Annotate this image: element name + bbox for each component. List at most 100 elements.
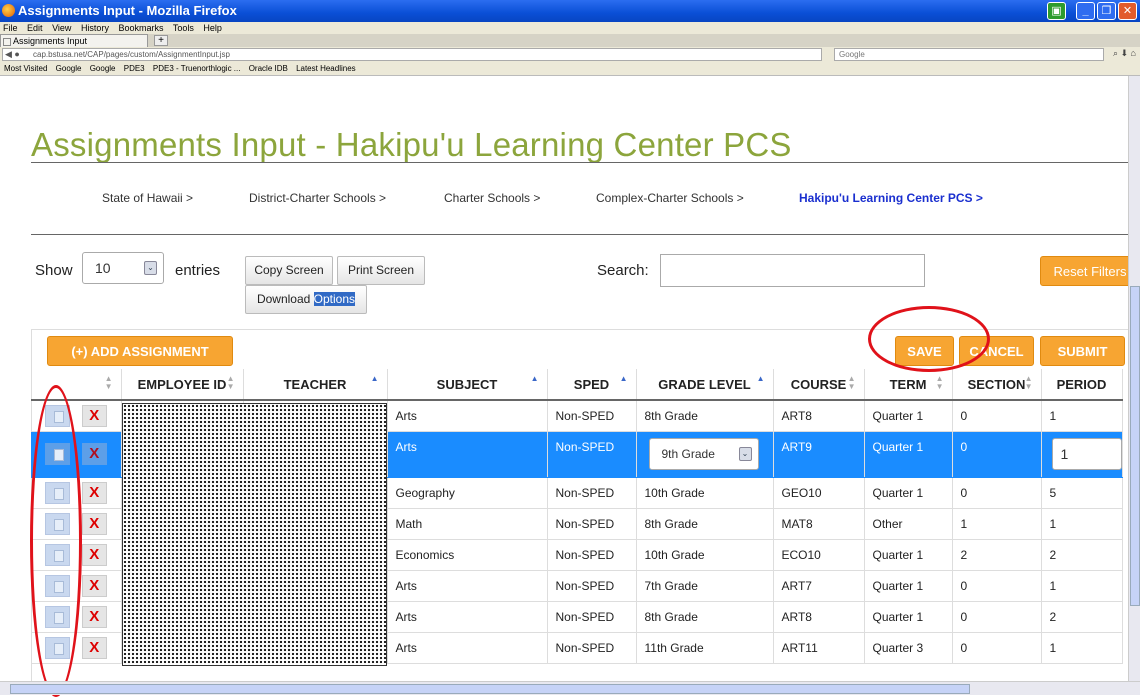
subject-cell: Geography — [387, 477, 548, 509]
col-employee-id[interactable]: EMPLOYEE ID ▲ ▼ — [121, 369, 244, 401]
breadcrumb-district[interactable]: District-Charter Schools > — [249, 191, 386, 205]
delete-button[interactable]: X — [81, 543, 107, 566]
new-tab-button[interactable]: + — [154, 35, 168, 46]
bookmark-google[interactable]: Google — [56, 64, 82, 73]
edit-icon[interactable] — [44, 512, 70, 535]
subject-cell: Economics — [387, 539, 548, 571]
subject-cell: Arts — [387, 570, 548, 602]
col-teacher[interactable]: TEACHER ▲ — [243, 369, 388, 401]
col-subject[interactable]: SUBJECT ▲ — [387, 369, 548, 401]
back-arrow-icon[interactable]: ◀ ● — [5, 49, 20, 60]
search-input[interactable] — [660, 254, 925, 287]
subject-cell: Arts — [387, 431, 548, 478]
vertical-scrollbar[interactable] — [1128, 76, 1140, 681]
nav-toolbar-icons[interactable]: ⌕ ⬇ ⌂ — [1113, 48, 1136, 59]
url-bar[interactable]: ◀ ● cap.bstusa.net/CAP/pages/custom/Assi… — [2, 48, 822, 61]
delete-button[interactable]: X — [81, 605, 107, 628]
delete-button[interactable]: X — [81, 512, 107, 535]
sort-icon: ▲ ▼ — [104, 374, 113, 391]
delete-button[interactable]: X — [81, 481, 107, 504]
edit-icon[interactable] — [44, 543, 70, 566]
copy-screen-button[interactable]: Copy Screen — [245, 256, 333, 285]
scrollbar-thumb[interactable] — [10, 684, 970, 694]
cancel-button[interactable]: CANCEL — [959, 336, 1034, 366]
edit-icon[interactable] — [44, 636, 70, 659]
term-cell: Quarter 1 — [864, 431, 953, 478]
submit-button[interactable]: SUBMIT — [1040, 336, 1125, 366]
bookmark-pde3-truenorthlogic[interactable]: PDE3 - Truenorthlogic ... — [153, 64, 241, 73]
add-assignment-button[interactable]: (+) ADD ASSIGNMENT — [47, 336, 233, 366]
col-course[interactable]: COURSE ▲ ▼ — [773, 369, 865, 401]
period-cell: 1 — [1041, 570, 1123, 602]
breadcrumb-charter[interactable]: Charter Schools > — [444, 191, 540, 205]
breadcrumb-state[interactable]: State of Hawaii > — [102, 191, 193, 205]
edit-icon[interactable] — [44, 404, 70, 427]
delete-button[interactable]: X — [81, 574, 107, 597]
course-cell: ART9 — [773, 431, 865, 478]
breadcrumb-complex[interactable]: Complex-Charter Schools > — [596, 191, 744, 205]
save-button[interactable]: SAVE — [895, 336, 954, 366]
minimize-button[interactable]: _ — [1076, 2, 1095, 20]
col-grade-level[interactable]: GRADE LEVEL ▲ — [636, 369, 774, 401]
reset-filters-button[interactable]: Reset Filters — [1040, 256, 1128, 286]
sort-asc-icon: ▲ — [370, 374, 379, 383]
url-text: cap.bstusa.net/CAP/pages/custom/Assignme… — [33, 50, 230, 59]
restore-button[interactable]: ❐ — [1097, 2, 1116, 20]
col-period[interactable]: PERIOD — [1041, 369, 1123, 401]
page-title: Assignments Input - Hakipu'u Learning Ce… — [31, 126, 792, 163]
close-button[interactable]: ✕ — [1118, 2, 1137, 20]
print-screen-button[interactable]: Print Screen — [337, 256, 425, 285]
horizontal-scrollbar[interactable] — [0, 681, 1140, 695]
chevron-down-icon: ⌄ — [738, 447, 752, 461]
section-cell: 0 — [952, 632, 1042, 664]
chevron-down-icon: ⌄ — [144, 261, 157, 275]
menu-bookmarks[interactable]: Bookmarks — [118, 23, 163, 33]
col-section[interactable]: SECTION ▲ ▼ — [952, 369, 1042, 401]
entries-select[interactable]: 10 ⌄ — [82, 252, 164, 284]
sort-asc-icon: ▲ — [530, 374, 539, 383]
scrollbar-thumb[interactable] — [1130, 286, 1140, 606]
section-cell: 0 — [952, 431, 1042, 478]
entries-value: 10 — [95, 260, 111, 276]
menu-history[interactable]: History — [81, 23, 109, 33]
period-input[interactable]: 1 — [1051, 438, 1122, 470]
col-term[interactable]: TERM ▲ ▼ — [864, 369, 953, 401]
tab-assignments-input[interactable]: Assignments Input — [0, 34, 148, 47]
delete-button[interactable]: X — [81, 636, 107, 659]
edit-icon[interactable] — [44, 443, 70, 465]
google-search-placeholder: Google — [839, 50, 865, 59]
bookmark-oracle-idb[interactable]: Oracle IDB — [249, 64, 288, 73]
grade-level-value: 9th Grade — [661, 447, 715, 461]
bookmark-pde3[interactable]: PDE3 — [124, 64, 145, 73]
menu-edit[interactable]: Edit — [27, 23, 43, 33]
menu-file[interactable]: File — [3, 23, 18, 33]
delete-button[interactable]: X — [81, 443, 107, 465]
grade-cell: 10th Grade — [636, 539, 774, 571]
bookmark-latest-headlines[interactable]: Latest Headlines — [296, 64, 356, 73]
delete-button[interactable]: X — [81, 404, 107, 427]
breadcrumb-school[interactable]: Hakipu'u Learning Center PCS > — [799, 191, 983, 205]
sped-cell: Non-SPED — [547, 632, 637, 664]
sped-cell: Non-SPED — [547, 400, 637, 432]
download-options-button[interactable]: Download Options — [245, 285, 367, 314]
col-sped[interactable]: SPED ▲ — [547, 369, 637, 401]
google-search-box[interactable]: Google — [834, 48, 1104, 61]
subject-cell: Math — [387, 508, 548, 540]
period-cell: 1 — [1041, 400, 1123, 432]
edit-icon[interactable] — [44, 605, 70, 628]
printer-tray-icon[interactable]: ▣ — [1047, 2, 1066, 20]
grade-level-select[interactable]: 9th Grade ⌄ — [648, 438, 759, 470]
bookmark-google-2[interactable]: Google — [90, 64, 116, 73]
menu-tools[interactable]: Tools — [173, 23, 194, 33]
menu-view[interactable]: View — [52, 23, 71, 33]
col-actions[interactable]: ▲ ▼ — [31, 369, 122, 401]
edit-icon[interactable] — [44, 574, 70, 597]
bookmark-most-visited[interactable]: Most Visited — [4, 64, 47, 73]
sort-icon: ▲ ▼ — [847, 374, 856, 391]
download-label: Download — [256, 292, 311, 306]
edit-icon[interactable] — [44, 481, 70, 504]
menu-help[interactable]: Help — [203, 23, 222, 33]
window-controls: ▣ _ ❐ ✕ — [1047, 2, 1137, 20]
section-cell: 0 — [952, 477, 1042, 509]
sort-asc-icon: ▲ — [756, 374, 765, 383]
